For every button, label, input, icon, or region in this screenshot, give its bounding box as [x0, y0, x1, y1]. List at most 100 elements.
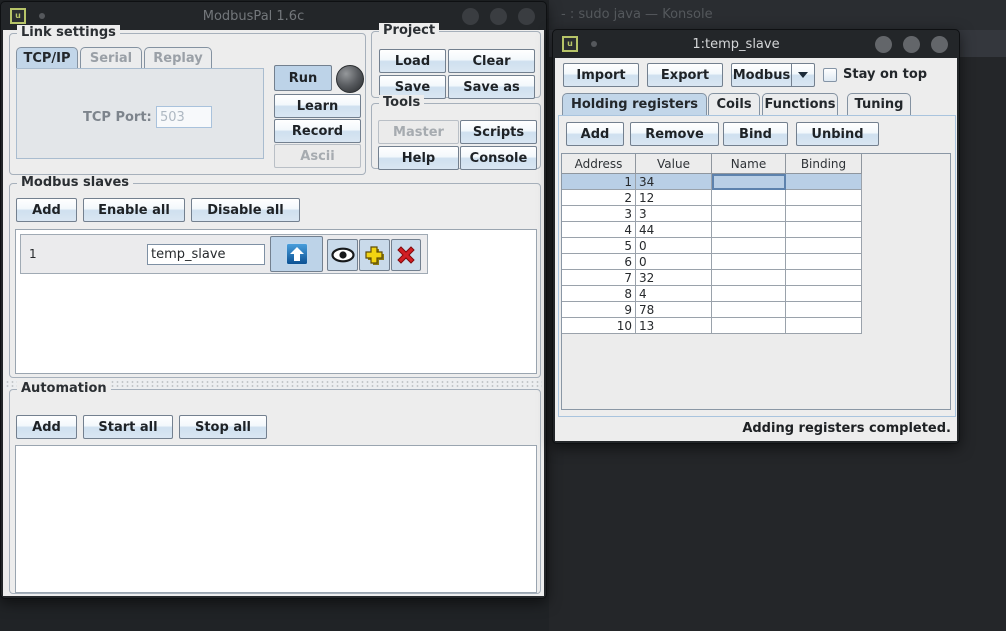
cell-binding[interactable]	[786, 286, 862, 302]
register-table-body[interactable]: 134212334445060732849781013	[562, 174, 950, 334]
cell-name[interactable]	[712, 302, 786, 318]
register-row[interactable]: 212	[562, 190, 950, 206]
minimize-button[interactable]	[462, 8, 479, 25]
register-row[interactable]: 978	[562, 302, 950, 318]
cell-address[interactable]: 3	[562, 206, 636, 222]
stop-all-button[interactable]: Stop all	[179, 415, 267, 439]
slave-row[interactable]: 1	[20, 234, 428, 274]
slave-enable-toggle[interactable]	[270, 236, 323, 272]
help-button[interactable]: Help	[378, 146, 459, 170]
register-table[interactable]: Address Value Name Binding 1342123344450…	[561, 153, 951, 410]
enable-all-button[interactable]: Enable all	[83, 198, 185, 222]
slave-name-input[interactable]	[147, 244, 265, 265]
cell-value[interactable]: 44	[636, 222, 712, 238]
cell-address[interactable]: 7	[562, 270, 636, 286]
tab-coils[interactable]: Coils	[708, 93, 760, 115]
register-row[interactable]: 84	[562, 286, 950, 302]
register-row[interactable]: 33	[562, 206, 950, 222]
register-row[interactable]: 134	[562, 174, 950, 190]
modbus-combobox[interactable]: Modbus	[731, 63, 815, 87]
cell-binding[interactable]	[786, 318, 862, 334]
cell-address[interactable]: 2	[562, 190, 636, 206]
load-button[interactable]: Load	[379, 49, 446, 73]
cell-value[interactable]: 12	[636, 190, 712, 206]
tab-tuning[interactable]: Tuning	[847, 93, 911, 115]
cell-binding[interactable]	[786, 206, 862, 222]
disable-all-button[interactable]: Disable all	[191, 198, 300, 222]
console-button[interactable]: Console	[460, 146, 537, 170]
cell-binding[interactable]	[786, 222, 862, 238]
tab-functions[interactable]: Functions	[762, 93, 838, 115]
cell-name[interactable]	[712, 270, 786, 286]
slave-visibility-button[interactable]	[327, 239, 358, 271]
cell-value[interactable]: 32	[636, 270, 712, 286]
register-row[interactable]: 50	[562, 238, 950, 254]
tab-holding-registers[interactable]: Holding registers	[562, 93, 707, 115]
cell-name[interactable]	[712, 222, 786, 238]
column-header-value[interactable]: Value	[636, 154, 712, 174]
column-header-address[interactable]: Address	[562, 154, 636, 174]
minimize-button[interactable]	[875, 36, 892, 53]
record-button[interactable]: Record	[274, 119, 361, 143]
cell-address[interactable]: 5	[562, 238, 636, 254]
cell-binding[interactable]	[786, 270, 862, 286]
register-table-header[interactable]: Address Value Name Binding	[562, 154, 950, 174]
register-unbind-button[interactable]: Unbind	[796, 122, 879, 146]
import-button[interactable]: Import	[563, 63, 639, 87]
run-button[interactable]: Run	[274, 65, 332, 91]
cell-address[interactable]: 4	[562, 222, 636, 238]
export-button[interactable]: Export	[647, 63, 723, 87]
clear-button[interactable]: Clear	[448, 49, 535, 73]
cell-value[interactable]: 3	[636, 206, 712, 222]
register-add-button[interactable]: Add	[566, 122, 624, 146]
start-all-button[interactable]: Start all	[83, 415, 173, 439]
cell-binding[interactable]	[786, 174, 862, 190]
save-as-button[interactable]: Save as	[448, 75, 535, 99]
register-row[interactable]: 444	[562, 222, 950, 238]
cell-value[interactable]: 0	[636, 254, 712, 270]
slave-titlebar[interactable]: u 1:temp_slave	[553, 30, 959, 58]
tab-tcpip[interactable]: TCP/IP	[16, 47, 78, 68]
slave-duplicate-button[interactable]	[359, 239, 390, 271]
cell-name[interactable]	[712, 174, 786, 190]
register-bind-button[interactable]: Bind	[723, 122, 788, 146]
combo-arrow-section[interactable]	[791, 64, 814, 86]
cell-name[interactable]	[712, 286, 786, 302]
cell-name[interactable]	[712, 238, 786, 254]
close-button[interactable]	[931, 36, 948, 53]
cell-address[interactable]: 1	[562, 174, 636, 190]
register-row[interactable]: 732	[562, 270, 950, 286]
cell-value[interactable]: 78	[636, 302, 712, 318]
cell-binding[interactable]	[786, 302, 862, 318]
column-header-binding[interactable]: Binding	[786, 154, 862, 174]
maximize-button[interactable]	[903, 36, 920, 53]
cell-binding[interactable]	[786, 238, 862, 254]
register-row[interactable]: 60	[562, 254, 950, 270]
cell-address[interactable]: 9	[562, 302, 636, 318]
register-row[interactable]: 1013	[562, 318, 950, 334]
cell-value[interactable]: 4	[636, 286, 712, 302]
cell-name[interactable]	[712, 318, 786, 334]
cell-name[interactable]	[712, 190, 786, 206]
cell-address[interactable]: 8	[562, 286, 636, 302]
automation-add-button[interactable]: Add	[16, 415, 77, 439]
cell-name[interactable]	[712, 206, 786, 222]
cell-binding[interactable]	[786, 254, 862, 270]
stay-on-top-checkbox[interactable]	[823, 68, 837, 82]
column-header-name[interactable]: Name	[712, 154, 786, 174]
cell-address[interactable]: 10	[562, 318, 636, 334]
cell-name[interactable]	[712, 254, 786, 270]
slave-delete-button[interactable]	[391, 239, 421, 271]
maximize-button[interactable]	[490, 8, 507, 25]
slave-add-button[interactable]: Add	[16, 198, 77, 222]
learn-button[interactable]: Learn	[274, 94, 361, 118]
cell-address[interactable]: 6	[562, 254, 636, 270]
konsole-titlebar[interactable]: - : sudo java — Konsole	[549, 0, 1006, 30]
cell-value[interactable]: 0	[636, 238, 712, 254]
cell-value[interactable]: 34	[636, 174, 712, 190]
cell-binding[interactable]	[786, 190, 862, 206]
close-button[interactable]	[518, 8, 535, 25]
cell-value[interactable]: 13	[636, 318, 712, 334]
scripts-button[interactable]: Scripts	[460, 120, 537, 144]
register-remove-button[interactable]: Remove	[630, 122, 719, 146]
